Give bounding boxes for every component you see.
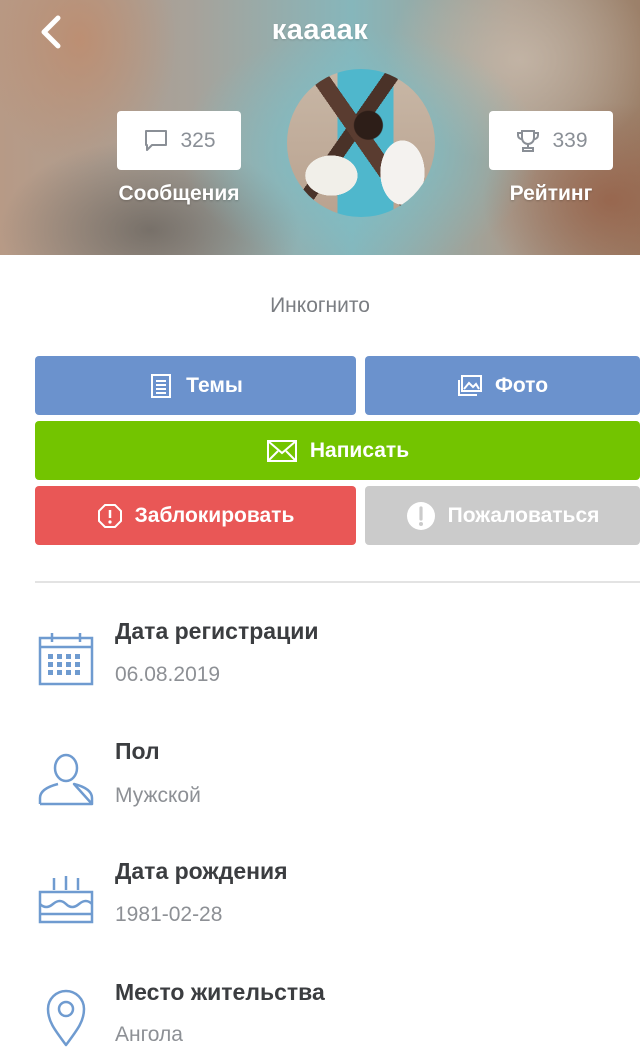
cake-icon (36, 872, 96, 932)
photo-label: Фото (494, 373, 549, 397)
gallery-icon (457, 374, 482, 396)
envelope-icon (266, 439, 297, 462)
section-divider (35, 581, 640, 583)
info-title: Дата регистрации (115, 618, 319, 644)
topics-button[interactable]: Темы (35, 356, 356, 415)
location-pin-icon (36, 987, 96, 1047)
exclamation-circle-icon (406, 501, 435, 530)
rating-label: Рейтинг (509, 182, 593, 205)
info-row-registration: Дата регистрации 06.08.2019 (0, 612, 640, 712)
block-button[interactable]: Заблокировать (35, 486, 356, 545)
info-title: Дата рождения (115, 858, 288, 884)
report-label: Пожаловаться (447, 503, 600, 527)
messages-count: 325 (180, 128, 216, 152)
info-value: Мужской (115, 784, 201, 807)
profile-header: кaaaaк 325 Сообщения 339 Рейтинг (0, 0, 640, 255)
trophy-icon (517, 129, 540, 152)
info-value: 06.08.2019 (115, 663, 221, 686)
speech-bubble-icon (145, 129, 168, 151)
info-row-gender: Пол Мужской (0, 732, 640, 832)
topics-label: Темы (186, 373, 243, 397)
status-text: Инкогнито (270, 294, 370, 317)
write-message-button[interactable]: Написать (35, 421, 640, 480)
profile-username: кaaaaк (271, 14, 369, 46)
info-title: Место жительства (115, 979, 325, 1005)
report-button[interactable]: Пожаловаться (365, 486, 640, 545)
avatar[interactable] (287, 69, 435, 217)
rating-count: 339 (552, 128, 588, 152)
info-row-residence: Место жительства Ангола (0, 973, 640, 1057)
info-row-birthdate: Дата рождения 1981-02-28 (0, 852, 640, 952)
rating-count-card[interactable]: 339 (489, 111, 613, 170)
info-title: Пол (115, 738, 160, 764)
info-value: Ангола (115, 1023, 183, 1046)
document-icon (151, 373, 172, 398)
messages-count-card[interactable]: 325 (117, 111, 241, 170)
user-icon (36, 748, 96, 808)
block-label: Заблокировать (134, 503, 295, 527)
info-value: 1981-02-28 (115, 903, 223, 926)
messages-label: Сообщения (118, 182, 240, 205)
calendar-icon (36, 630, 96, 690)
photo-button[interactable]: Фото (365, 356, 640, 415)
write-label: Написать (309, 438, 410, 462)
block-octagon-icon (97, 503, 122, 528)
